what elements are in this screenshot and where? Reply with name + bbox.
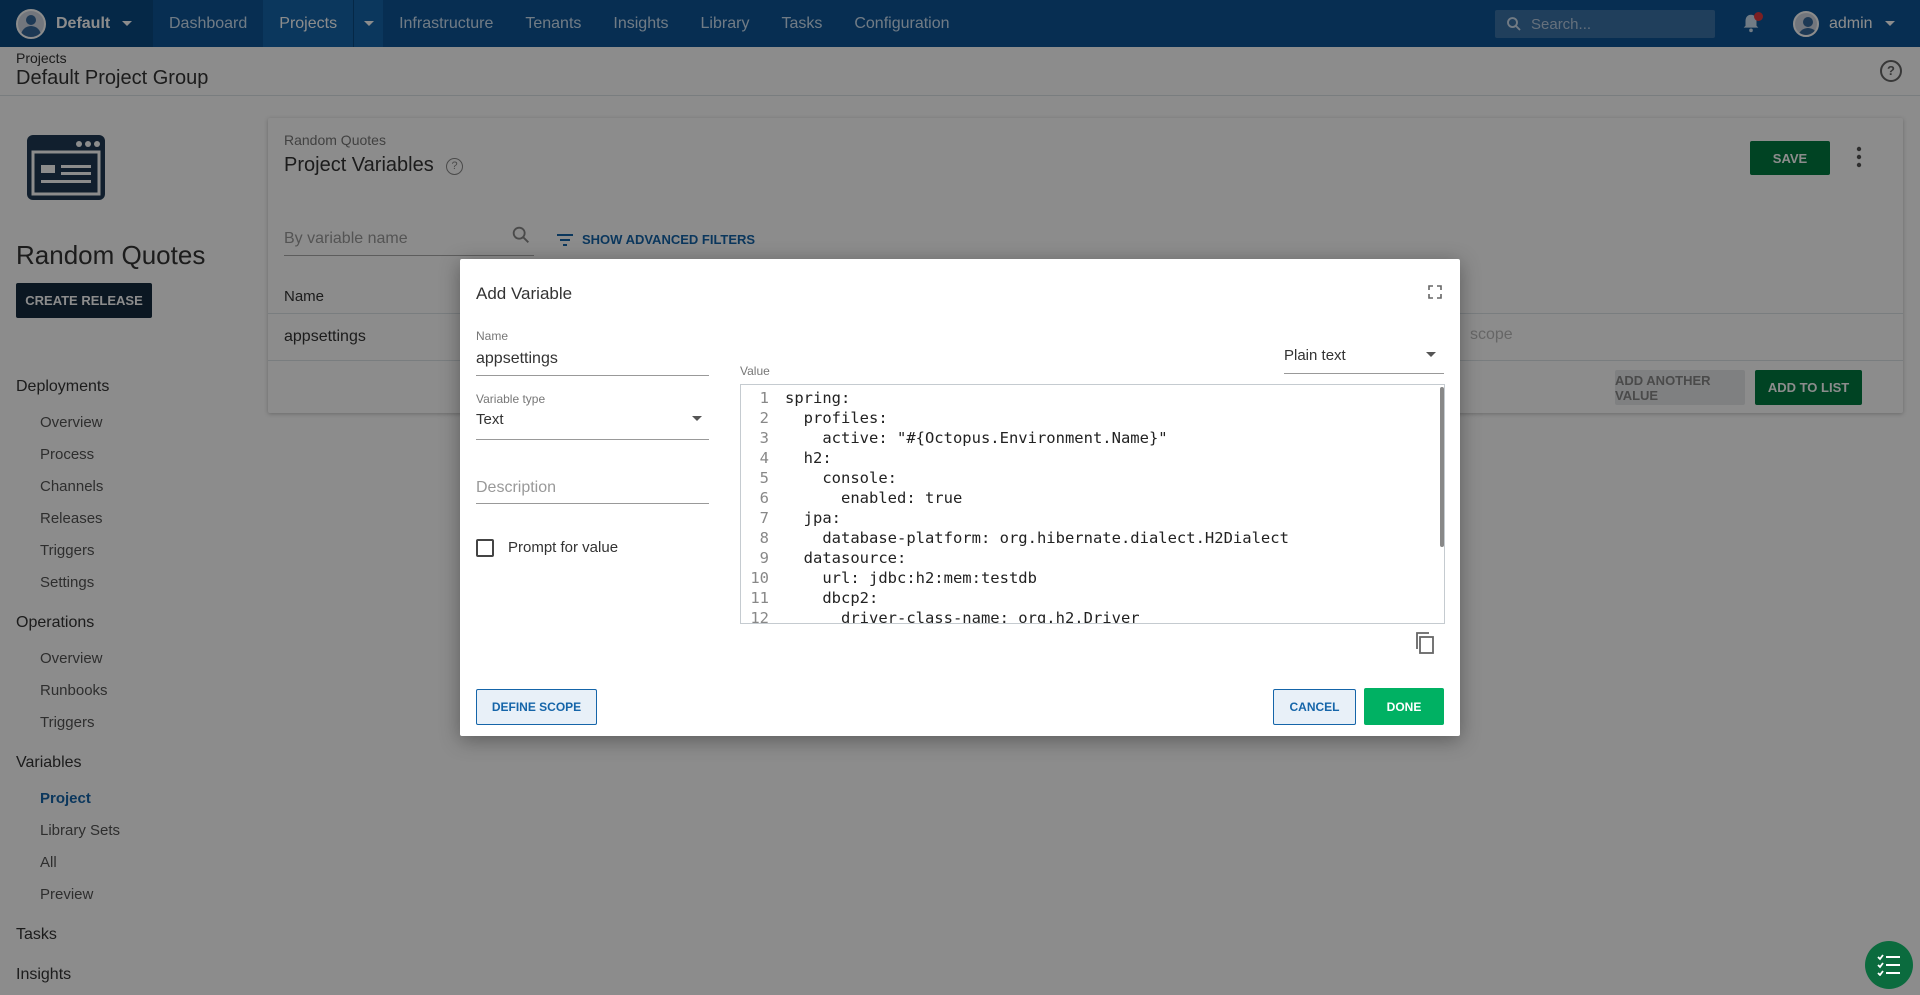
variable-type-underline <box>476 439 709 440</box>
editor-scrollbar[interactable] <box>1440 387 1444 547</box>
prompt-for-value-checkbox[interactable] <box>476 539 494 557</box>
name-field[interactable]: appsettings <box>476 350 558 368</box>
list-icon <box>1877 954 1900 976</box>
variable-type-label: Variable type <box>476 392 546 406</box>
add-variable-dialog: Add Variable Name appsettings Variable t… <box>460 259 1460 736</box>
value-label: Value <box>740 364 770 378</box>
value-format-underline <box>1284 373 1444 374</box>
description-underline <box>476 503 709 504</box>
value-format-select[interactable]: Plain text <box>1284 347 1346 364</box>
description-field[interactable]: Description <box>476 479 556 497</box>
chevron-down-icon <box>692 416 702 421</box>
value-code-editor[interactable]: 1 spring: 2 profiles: 3 active: "#{Octopu… <box>740 384 1445 624</box>
dialog-title: Add Variable <box>476 284 573 303</box>
name-label: Name <box>476 329 509 343</box>
variable-type-select[interactable]: Text <box>476 411 504 428</box>
copy-icon[interactable] <box>1414 631 1436 655</box>
fullscreen-icon[interactable] <box>1428 285 1442 299</box>
name-field-underline <box>476 375 709 376</box>
cancel-button[interactable]: CANCEL <box>1273 689 1356 725</box>
define-scope-button[interactable]: DEFINE SCOPE <box>476 689 597 725</box>
task-queue-button[interactable] <box>1865 941 1913 989</box>
done-button[interactable]: DONE <box>1364 688 1444 725</box>
chevron-down-icon <box>1426 352 1436 357</box>
prompt-for-value-label[interactable]: Prompt for value <box>508 539 618 556</box>
